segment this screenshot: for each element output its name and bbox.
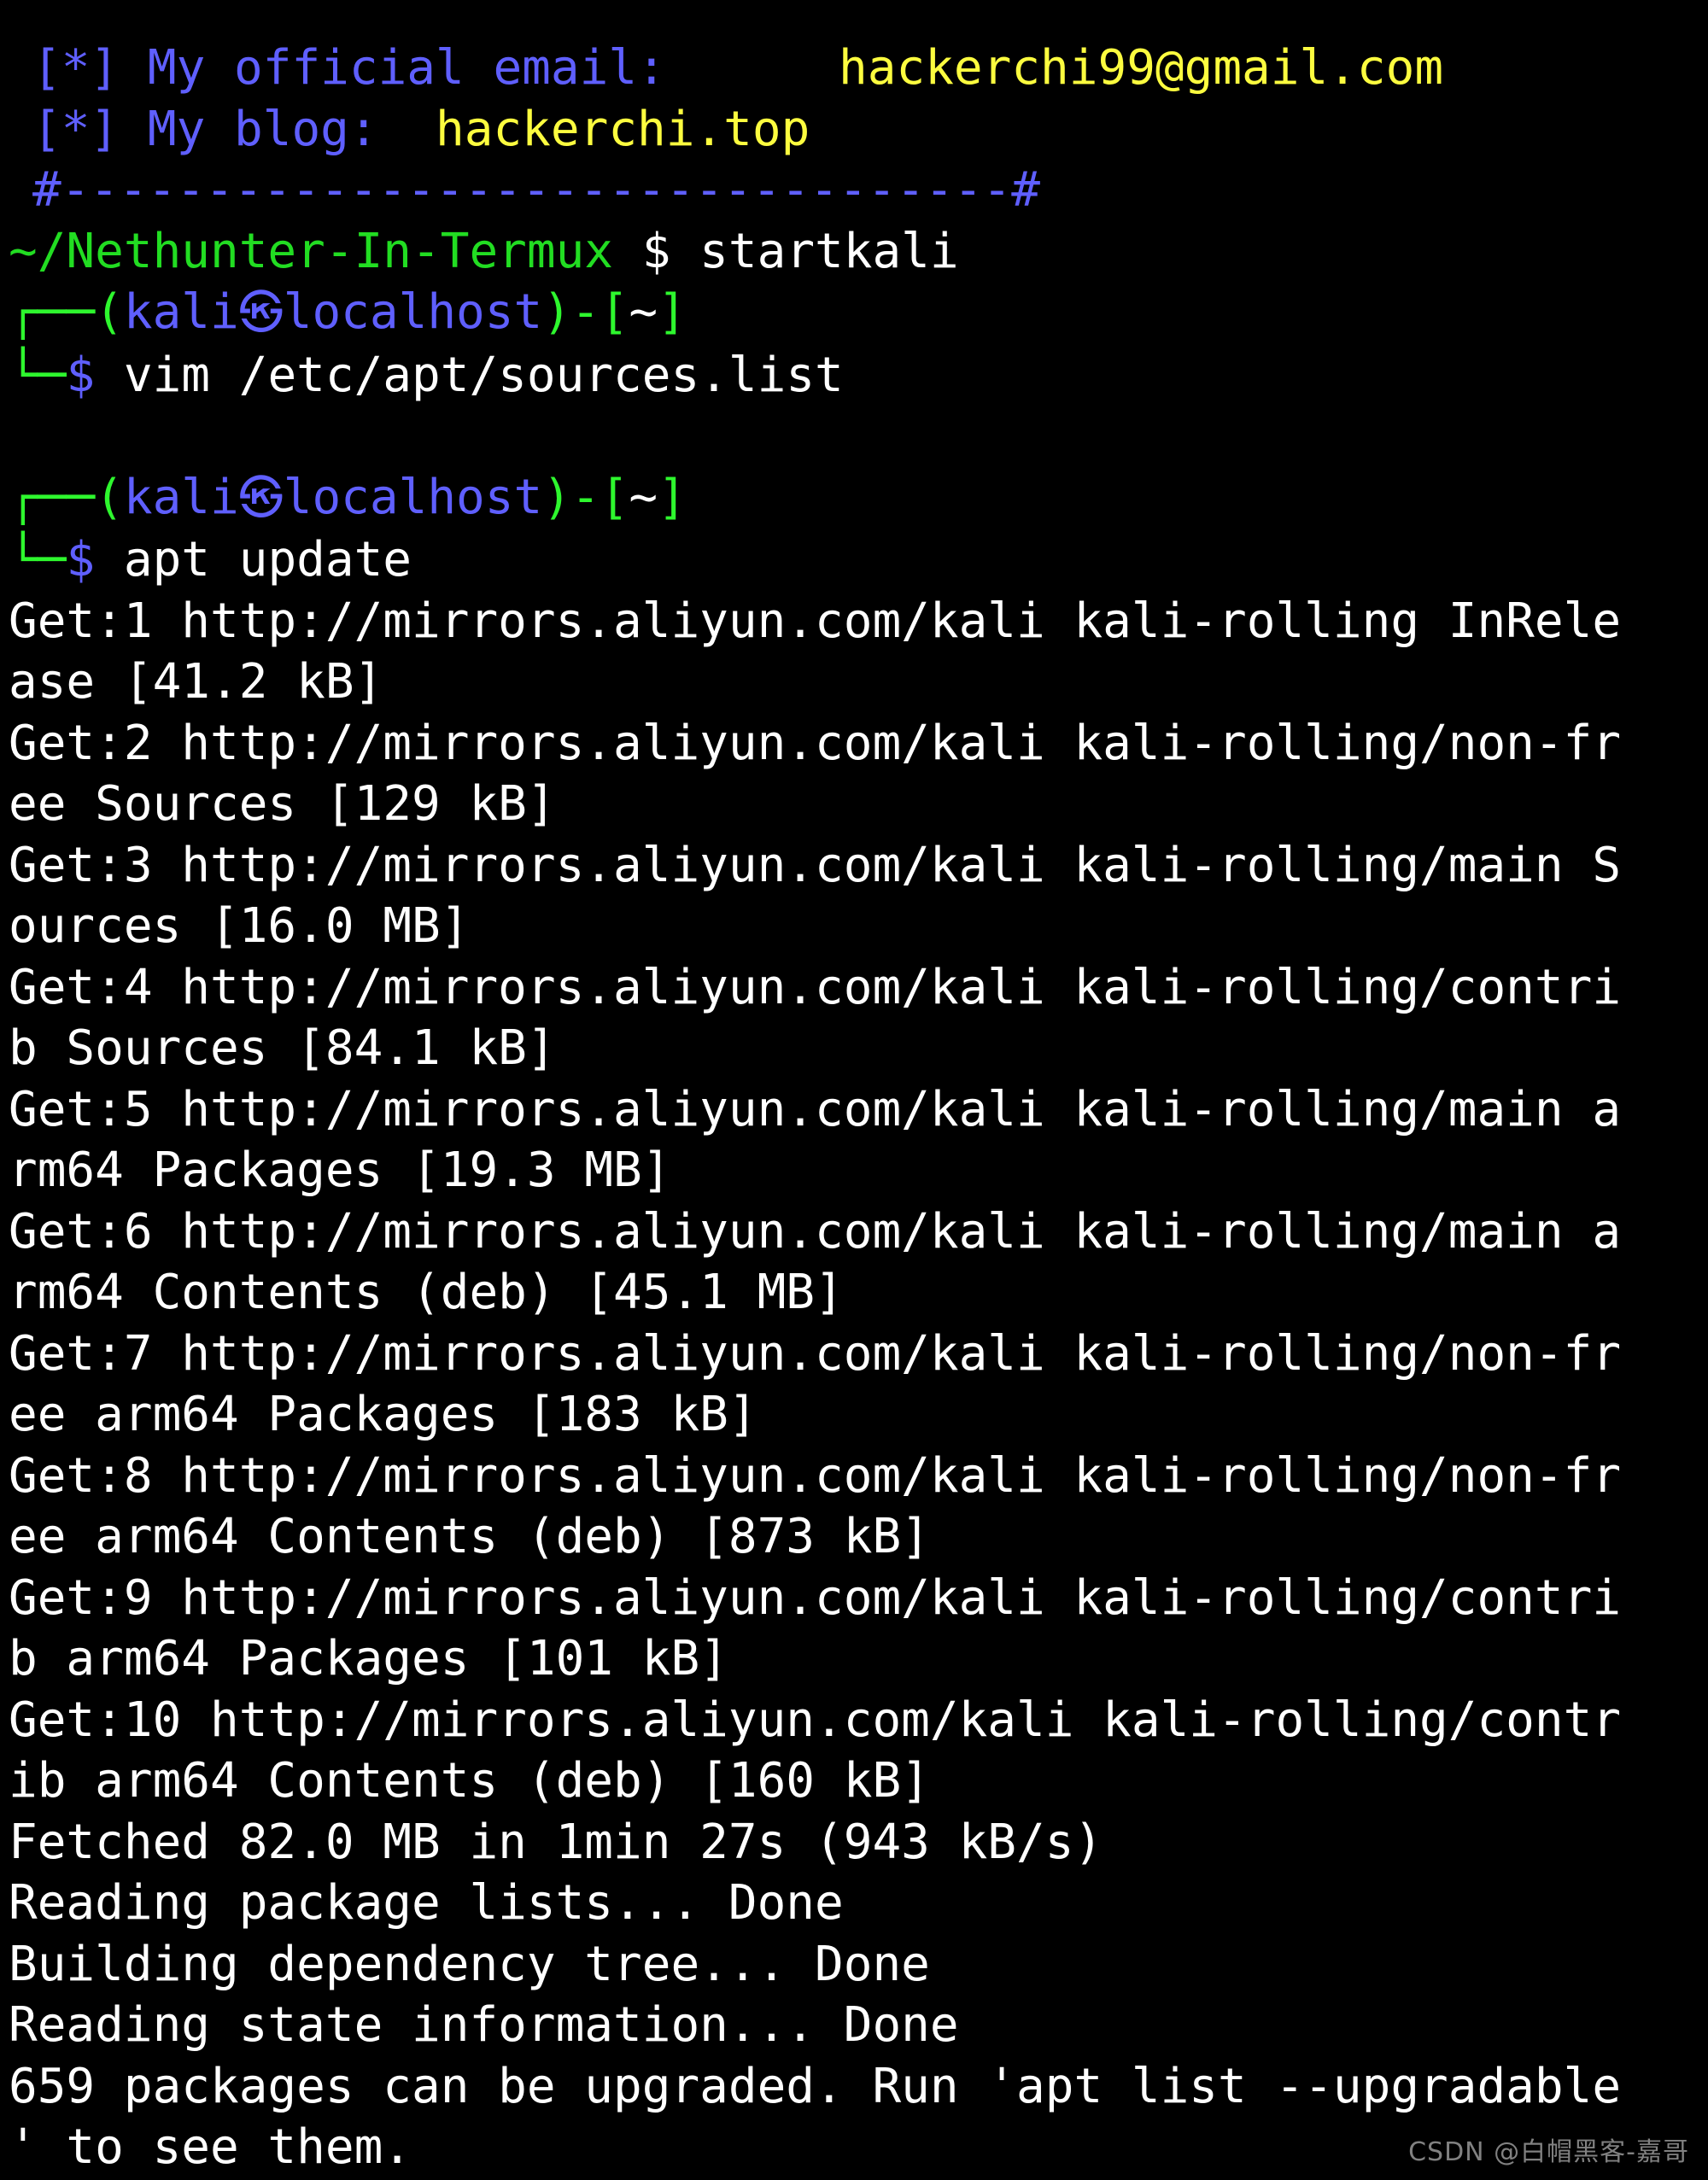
output-line: Reading state information... Done [9, 1997, 959, 2053]
kali-prompt-symbol-1: $ [66, 347, 96, 403]
output-line: b arm64 Packages [101 kB] [9, 1631, 728, 1686]
banner-email-line: [*] My official email: hackerchi99@gmail… [0, 38, 1708, 99]
output-line: rm64 Packages [19.3 MB] [9, 1143, 671, 1198]
box-drawing-bottom-icon: └─ [9, 532, 67, 587]
output-line: Get:4 http://mirrors.aliyun.com/kali kal… [9, 959, 1622, 1015]
kali-dragon-icon: ㉿ [238, 472, 284, 524]
output-line: Get:8 http://mirrors.aliyun.com/kali kal… [9, 1447, 1622, 1504]
banner-email-value: hackerchi99@gmail.com [839, 40, 1444, 96]
apt-update-output: Get:1 http://mirrors.aliyun.com/kali kal… [0, 591, 1708, 2178]
banner-separator: #---------------------------------# [32, 162, 1041, 218]
kali-open-paren-2: ( [95, 469, 124, 525]
kali-host-1: localhost [283, 284, 543, 340]
output-line: Building dependency tree... Done [9, 1936, 930, 1992]
output-line: 659 packages can be upgraded. Run 'apt l… [9, 2058, 1622, 2114]
kali-command-line-1[interactable]: └─$ vim /etc/apt/sources.list [0, 345, 1708, 406]
output-line: Get:10 http://mirrors.aliyun.com/kali ka… [9, 1692, 1622, 1748]
output-line: Get:2 http://mirrors.aliyun.com/kali kal… [9, 715, 1622, 771]
kali-dash-2: - [570, 469, 600, 525]
kali-cwd-2: ~ [629, 469, 658, 525]
kali-open-bracket-1: [ [600, 284, 629, 340]
output-line: Get:9 http://mirrors.aliyun.com/kali kal… [9, 1569, 1622, 1626]
termux-prompt-line[interactable]: ~/Nethunter-In-Termux $ startkali [0, 221, 1708, 283]
banner-blog-line: [*] My blog: hackerchi.top [0, 99, 1708, 161]
kali-open-paren-1: ( [95, 284, 124, 340]
output-line: Get:3 http://mirrors.aliyun.com/kali kal… [9, 837, 1622, 893]
terminal-window[interactable]: [*] My official email: hackerchi99@gmail… [0, 0, 1708, 2180]
output-line: ase [41.2 kB] [9, 654, 383, 710]
output-line: Get:7 http://mirrors.aliyun.com/kali kal… [9, 1325, 1622, 1382]
output-line: ee arm64 Contents (deb) [873 kB] [9, 1509, 930, 1564]
kali-command-apt-update: apt update [123, 532, 412, 587]
output-line: ources [16.0 MB] [9, 898, 470, 954]
box-drawing-bottom-icon: └─ [9, 347, 67, 403]
kali-prompt-top-line-1: ┌──(kali㉿localhost)-[~] [0, 282, 1708, 345]
output-line: ib arm64 Contents (deb) [160 kB] [9, 1753, 930, 1809]
kali-close-paren-2: ) [542, 469, 571, 525]
kali-dragon-icon: ㉿ [238, 288, 284, 339]
output-line: ee arm64 Packages [183 kB] [9, 1387, 757, 1442]
output-line: Get:5 http://mirrors.aliyun.com/kali kal… [9, 1081, 1622, 1137]
output-line: Get:6 http://mirrors.aliyun.com/kali kal… [9, 1203, 1622, 1259]
kali-command-vim: vim /etc/apt/sources.list [123, 347, 844, 403]
banner-email-marker: [*] [32, 40, 120, 96]
kali-prompt-symbol-2: $ [66, 532, 96, 587]
banner-blog-value: hackerchi.top [436, 101, 810, 157]
termux-command-startkali: startkali [699, 223, 959, 279]
output-line: rm64 Contents (deb) [45.1 MB] [9, 1265, 844, 1320]
kali-dash-1: - [570, 284, 600, 340]
box-drawing-top-icon: ┌── [9, 284, 96, 340]
kali-close-paren-1: ) [542, 284, 571, 340]
banner-blog-marker: [*] [32, 101, 120, 157]
banner-email-label: My official email: [147, 40, 666, 96]
kali-user-1: kali [123, 284, 239, 340]
output-line: Fetched 82.0 MB in 1min 27s (943 kB/s) [9, 1814, 1103, 1870]
banner-blog-label: My blog: [147, 101, 378, 157]
banner-separator-line: #---------------------------------# [0, 160, 1708, 221]
output-line: ee Sources [129 kB] [9, 776, 556, 832]
termux-prompt-path: ~/Nethunter-In-Termux [9, 223, 614, 279]
kali-host-2: localhost [283, 469, 543, 525]
output-line: Get:1 http://mirrors.aliyun.com/kali kal… [9, 593, 1622, 649]
box-drawing-top-icon: ┌── [9, 469, 96, 525]
kali-user-2: kali [123, 469, 239, 525]
watermark: CSDN @白帽黑客-嘉哥 [1408, 2137, 1689, 2167]
kali-command-line-2[interactable]: └─$ apt update [0, 529, 1708, 591]
kali-close-bracket-1: ] [658, 284, 687, 340]
kali-close-bracket-2: ] [658, 469, 687, 525]
termux-prompt-symbol: $ [641, 223, 671, 279]
output-line: b Sources [84.1 kB] [9, 1020, 556, 1076]
output-line: Reading package lists... Done [9, 1875, 844, 1931]
kali-prompt-top-line-2: ┌──(kali㉿localhost)-[~] [0, 467, 1708, 530]
kali-open-bracket-2: [ [600, 469, 629, 525]
kali-cwd-1: ~ [629, 284, 658, 340]
